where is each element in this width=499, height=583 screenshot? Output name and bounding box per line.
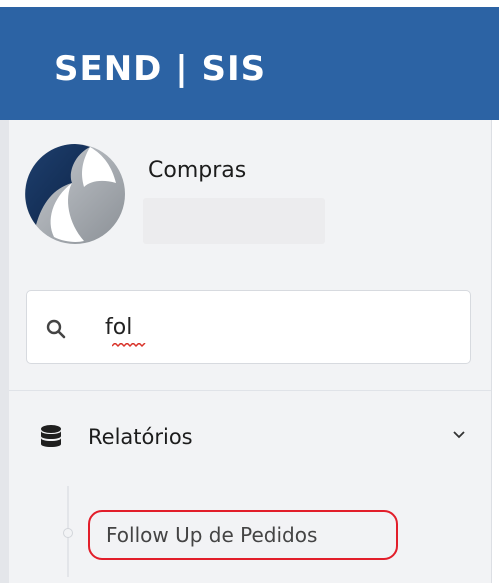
app-header: SEND | SIS <box>0 7 499 120</box>
search-icon <box>46 319 66 339</box>
sidebar-bottom <box>9 577 491 583</box>
menu-item-label: Follow Up de Pedidos <box>106 523 318 547</box>
profile-subtitle-placeholder <box>143 198 325 244</box>
profile-title: Compras <box>148 158 247 183</box>
sidebar-left-border <box>0 120 9 583</box>
search-input[interactable] <box>105 309 435 345</box>
app-brand[interactable]: SEND | SIS <box>54 49 266 89</box>
menu-item-follow-up-de-pedidos[interactable]: Follow Up de Pedidos <box>88 510 398 560</box>
database-icon <box>41 425 61 447</box>
sidebar-right-border <box>491 120 499 583</box>
spellcheck-underline <box>112 343 146 348</box>
menu-group-label[interactable]: Relatórios <box>88 425 193 449</box>
company-logo-icon <box>25 144 125 244</box>
chevron-down-icon[interactable] <box>452 428 466 442</box>
submenu-bullet-icon <box>63 528 73 538</box>
menu-group-relatorios[interactable] <box>9 400 491 480</box>
sidebar-divider <box>9 390 491 391</box>
top-strip <box>0 0 499 7</box>
